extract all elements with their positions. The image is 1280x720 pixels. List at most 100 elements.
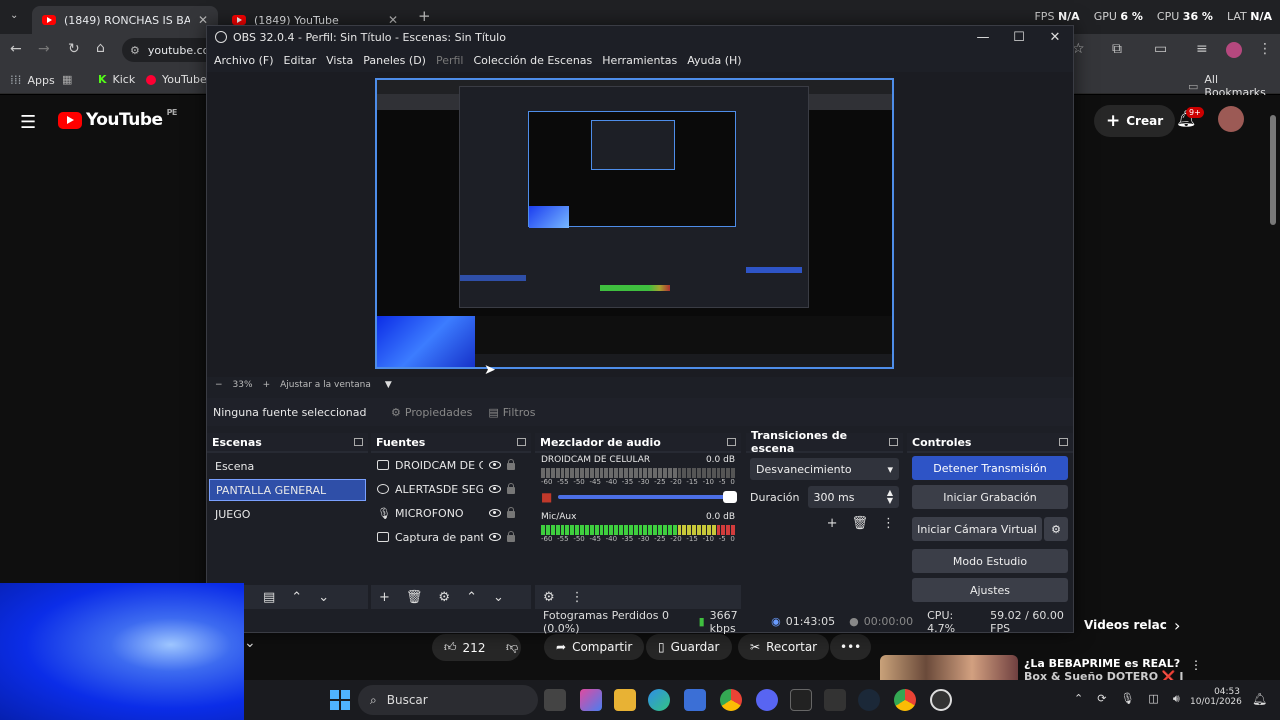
minimize-icon[interactable]: — [965,26,1001,48]
undock-icon[interactable] [354,438,363,446]
spin-arrows-icon[interactable]: ▲ ▼ [887,489,893,505]
audio-app-icon[interactable] [790,689,812,711]
undock-icon[interactable] [889,438,898,446]
youtube-logo[interactable]: YouTube PE [58,108,177,130]
source-properties-icon[interactable]: ⚙ [438,590,450,605]
visibility-eye-icon[interactable] [489,509,501,517]
scene-filters-icon[interactable]: ▤ [263,590,275,605]
store-icon[interactable] [684,689,706,711]
source-item[interactable]: ALERTASDE SEGUI [371,477,531,501]
file-explorer-icon[interactable] [614,689,636,711]
bookmark-apps[interactable]: ⁞⁞⁞ Apps [10,73,55,87]
sync-icon[interactable]: ⟳ [1097,692,1106,706]
tab-groups-icon[interactable]: ▦ [62,73,72,86]
source-item[interactable]: DROIDCAM DE CEL [371,453,531,477]
save-button[interactable]: ▯ Guardar [646,634,732,660]
share-button[interactable]: ➦ Compartir [544,634,645,660]
taskbar-search[interactable]: ⌕ Buscar [358,685,538,715]
visibility-eye-icon[interactable] [489,485,501,493]
more-actions-button[interactable]: ••• [830,634,872,660]
chrome-icon[interactable] [894,689,916,711]
undock-icon[interactable] [1059,438,1068,446]
fit-to-window-button[interactable]: Ajustar a la ventana [280,380,371,390]
filters-button[interactable]: ▤ Filtros [480,406,543,419]
chevron-down-icon[interactable]: ⌄ [244,635,256,651]
chevron-right-icon[interactable]: › [1174,616,1180,635]
page-scrollbar[interactable] [1270,115,1276,225]
forward-icon[interactable]: → [38,41,50,57]
undock-icon[interactable] [517,438,526,446]
bookmark-youtube[interactable]: YouTube [146,73,207,86]
taskbar-clock[interactable]: 04:53 10/01/2026 [1190,687,1242,707]
back-icon[interactable]: ← [10,41,22,57]
visibility-eye-icon[interactable] [489,533,501,541]
add-transition-icon[interactable]: + [827,516,838,531]
steam-icon[interactable] [858,689,880,711]
transition-select[interactable]: Desvanecimiento ▾ [750,458,899,480]
menu-help[interactable]: Ayuda (H) [682,54,746,67]
scene-item[interactable]: JUEGO [209,503,366,525]
epic-games-icon[interactable] [824,689,846,711]
site-info-icon[interactable]: ⚙ [130,44,140,57]
zoom-in-button[interactable]: + [263,380,271,390]
remove-source-icon[interactable]: 🗑︎ [406,590,423,605]
properties-button[interactable]: ⚙ Propiedades [383,406,480,419]
advanced-audio-icon[interactable]: ⚙ [543,590,555,605]
menu-tools[interactable]: Herramientas [597,54,682,67]
menu-file[interactable]: Archivo (F) [209,54,279,67]
studio-mode-button[interactable]: Modo Estudio [912,549,1068,573]
move-up-icon[interactable]: ⌃ [291,590,302,605]
obs-taskbar-icon[interactable] [930,689,952,711]
zoom-out-button[interactable]: − [215,380,223,390]
source-item[interactable]: 🎙︎ MICROFONO [371,501,531,525]
chrome-menu-icon[interactable]: ⋮ [1258,41,1272,57]
tab-search-chevron-icon[interactable]: ⌄ [10,10,18,21]
menu-docks[interactable]: Paneles (D) [358,54,431,67]
hamburger-menu-icon[interactable]: ☰ [20,112,36,133]
video-menu-icon[interactable]: ⋮ [1190,658,1202,672]
lock-icon[interactable] [507,459,515,470]
home-icon[interactable]: ⌂ [96,40,105,56]
volume-slider-knob[interactable] [723,491,737,503]
duration-spinbox[interactable]: 300 ms ▲ ▼ [807,486,899,508]
transition-menu-icon[interactable]: ⋮ [882,516,895,531]
network-icon[interactable]: ◫ [1148,692,1158,706]
edge-icon[interactable] [648,689,670,711]
create-button[interactable]: + Crear [1094,105,1176,137]
menu-profile[interactable]: Perfil [431,54,469,67]
program-preview[interactable] [375,78,894,369]
new-tab-button[interactable]: + [418,7,431,25]
tray-chevron-icon[interactable]: ⌃ [1074,692,1083,706]
profile-avatar[interactable] [1226,42,1242,58]
discord-icon[interactable] [756,689,778,711]
media-controls-icon[interactable]: ≡ [1196,41,1208,57]
lock-icon[interactable] [507,483,515,494]
tab-active-stream[interactable]: (1849) RONCHAS IS BACK🔥K ✕ [32,6,218,34]
virtual-camera-settings-icon[interactable]: ⚙ [1044,517,1068,541]
thumbs-down-icon[interactable]: 👎︎ [506,640,518,655]
menu-edit[interactable]: Editar [279,54,322,67]
volume-icon[interactable]: 🔊︎ [1173,692,1180,706]
close-window-icon[interactable]: ✕ [1037,26,1073,48]
address-bar[interactable]: ⚙ youtube.co [122,38,218,62]
related-videos-chip[interactable]: Videos relac [1084,618,1167,632]
cast-icon[interactable]: ▭ [1154,41,1167,57]
task-view-icon[interactable] [544,689,566,711]
undock-icon[interactable] [727,438,736,446]
stop-streaming-button[interactable]: Detener Transmisión [912,456,1068,480]
visibility-eye-icon[interactable] [489,461,501,469]
extensions-icon[interactable]: ⧉ [1112,41,1122,57]
move-up-icon[interactable]: ⌃ [466,590,477,605]
scene-item[interactable]: Escena [209,455,366,477]
start-recording-button[interactable]: Iniciar Grabación [912,485,1068,509]
notifications-icon[interactable]: 🔔︎ [1252,692,1267,706]
clip-button[interactable]: ✂ Recortar [738,634,830,660]
reload-icon[interactable]: ↻ [68,41,80,57]
muted-speaker-icon[interactable]: ■ [541,490,552,504]
windows-start-icon[interactable] [330,690,350,710]
volume-slider[interactable] [558,491,737,503]
lock-icon[interactable] [507,531,515,542]
remove-transition-icon[interactable]: 🗑︎ [851,516,868,531]
scene-item-selected[interactable]: PANTALLA GENERAL [209,479,366,501]
move-down-icon[interactable]: ⌄ [318,590,329,605]
